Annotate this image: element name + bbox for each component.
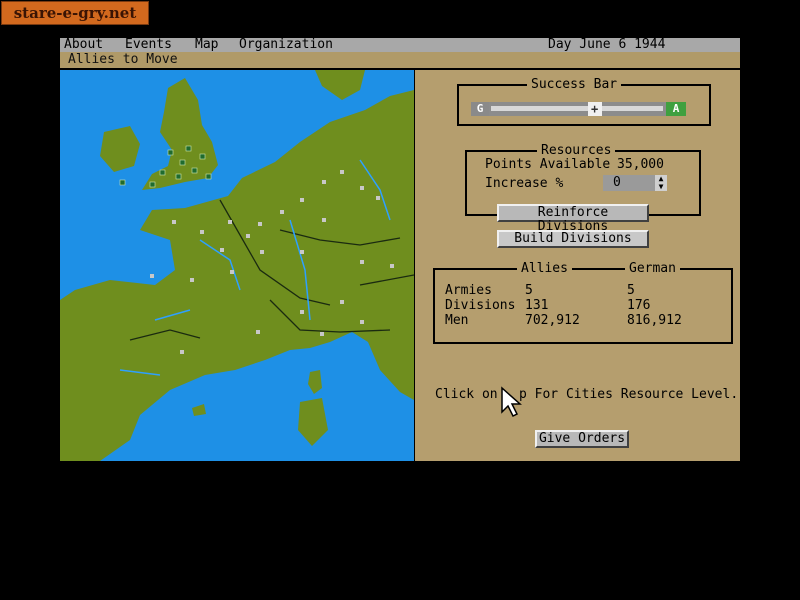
men-label: Men: [445, 313, 469, 328]
europe-map[interactable]: [60, 70, 414, 461]
points-available-value: 35,000: [617, 157, 664, 172]
increase-label: Increase %: [485, 176, 564, 191]
give-orders-button[interactable]: Give Orders: [535, 430, 629, 448]
increase-stepper[interactable]: 0 ▲ ▼: [603, 175, 667, 191]
success-bar-title: Success Bar: [527, 78, 622, 92]
divisions-german: 176: [627, 298, 651, 313]
success-bar-track: [491, 106, 663, 111]
menu-bar: About Events Map Organization Day June 6…: [60, 38, 740, 52]
menu-map[interactable]: Map: [195, 38, 218, 52]
success-bar-thumb: +: [587, 102, 602, 116]
german-side-marker: G: [471, 102, 489, 116]
build-divisions-button[interactable]: Build Divisions: [497, 230, 649, 248]
armies-german: 5: [627, 283, 635, 298]
turn-status: Allies to Move: [68, 52, 178, 67]
men-allies: 702,912: [525, 313, 580, 328]
points-available-label: Points Available: [485, 157, 611, 172]
turn-status-bar: Allies to Move: [60, 52, 740, 68]
divisions-allies: 131: [525, 298, 549, 313]
menu-organization[interactable]: Organization: [239, 38, 333, 52]
success-bar-slider: G + A: [471, 102, 686, 116]
menu-events[interactable]: Events: [125, 38, 172, 52]
allies-side-marker: A: [666, 102, 686, 116]
men-german: 816,912: [627, 313, 682, 328]
allies-column-header: Allies: [517, 262, 572, 276]
menu-about[interactable]: About: [64, 38, 103, 52]
stepper-arrows-icon[interactable]: ▲ ▼: [655, 175, 667, 191]
divisions-label: Divisions: [445, 298, 516, 313]
increase-value: 0: [613, 175, 621, 190]
game-date: Day June 6 1944: [548, 37, 666, 52]
map-hint-start: Click on: [435, 387, 498, 402]
control-panel: Success Bar G + A Resources Points Avail…: [415, 70, 740, 461]
map-graphic: [60, 70, 414, 461]
german-column-header: German: [625, 262, 680, 276]
armies-label: Armies: [445, 283, 492, 298]
arrow-cursor-icon: [501, 386, 522, 418]
armies-allies: 5: [525, 283, 533, 298]
map-hint-end: p For Cities Resource Level.: [519, 387, 739, 402]
resources-title: Resources: [537, 144, 616, 158]
site-watermark: stare-e-gry.net: [1, 1, 149, 25]
game-screen: About Events Map Organization Day June 6…: [60, 38, 740, 461]
reinforce-divisions-button[interactable]: Reinforce Divisions: [497, 204, 649, 234]
